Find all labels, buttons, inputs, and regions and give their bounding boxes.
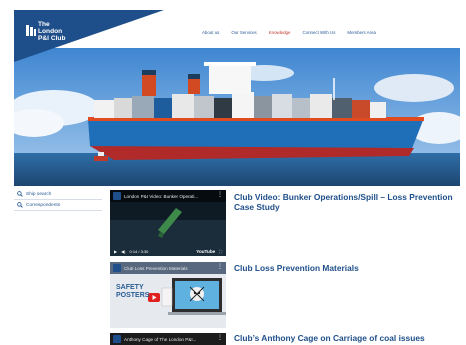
main-nav: About us Our Services Knowledge Connect …: [202, 30, 376, 35]
sidebar: Ship search Correspondents: [14, 189, 102, 211]
video-player-loss-prevention[interactable]: Club Loss Prevention Materials ⋮ SAFETY …: [110, 262, 226, 328]
video-heading-loss-prevention[interactable]: Club Loss Prevention Materials: [234, 263, 460, 273]
video-title[interactable]: Club Loss Prevention Materials: [124, 266, 214, 271]
channel-avatar: [113, 335, 121, 343]
video-controls: ▶ ◀) 0:14 / 3:30 YouTube ⛶: [110, 247, 226, 256]
play-icon[interactable]: ▶: [114, 249, 117, 254]
volume-icon[interactable]: ◀): [121, 249, 125, 254]
video-title[interactable]: London P&I Video: Bunker Operati...: [124, 194, 214, 199]
container-ship-image: [14, 48, 460, 186]
nav-knowledge[interactable]: Knowledge: [269, 30, 291, 35]
logo-line: P&I Club: [38, 35, 66, 43]
video-heading-bunker[interactable]: Club Video: Bunker Operations/Spill – Lo…: [234, 192, 460, 212]
logo-line: London: [38, 28, 63, 36]
video-time: 0:14 / 3:30: [129, 249, 149, 254]
search-icon: [17, 191, 23, 197]
nav-our-services[interactable]: Our Services: [231, 30, 256, 35]
youtube-logo[interactable]: YouTube: [196, 249, 215, 254]
sidebar-item-correspondents[interactable]: Correspondents: [14, 200, 102, 211]
sidebar-item-label: Correspondents: [26, 202, 61, 208]
safety-posters-text: SAFETY POSTERS: [116, 284, 150, 299]
video-title-bar: London P&I Video: Bunker Operati...: [110, 190, 226, 202]
nav-members-area[interactable]: Members Area: [347, 30, 376, 35]
nav-connect-with-us[interactable]: Connect With Us: [302, 30, 335, 35]
logo-line: The: [38, 21, 50, 28]
club-logo[interactable]: The London P&I Club: [14, 10, 164, 62]
sidebar-item-ship-search[interactable]: Ship search: [14, 189, 102, 200]
hero-banner: [14, 48, 460, 186]
more-options-icon[interactable]: ⋮: [217, 263, 223, 270]
video-player-bunker[interactable]: London P&I Video: Bunker Operati... ⋮ ▶ …: [110, 190, 226, 256]
logo-emblem-icon: [26, 25, 36, 36]
video-title-bar: Anthony Cage of The London P&I...: [110, 333, 226, 345]
more-options-icon[interactable]: ⋮: [217, 334, 223, 341]
fullscreen-icon[interactable]: ⛶: [219, 249, 222, 254]
video-title-bar: Club Loss Prevention Materials: [110, 262, 226, 274]
channel-avatar: [113, 264, 121, 272]
site-header: The London P&I Club About us Our Service…: [14, 10, 460, 62]
video-title[interactable]: Anthony Cage of The London P&I...: [124, 337, 214, 342]
more-options-icon[interactable]: ⋮: [217, 191, 223, 198]
logo-text: The London P&I Club: [38, 21, 65, 43]
channel-avatar: [113, 192, 121, 200]
video-player-coal[interactable]: Anthony Cage of The London P&I... ⋮: [110, 333, 226, 345]
video-heading-coal[interactable]: Club’s Anthony Cage on Carriage of coal …: [234, 333, 460, 343]
nav-about-us[interactable]: About us: [202, 30, 219, 35]
search-icon: [17, 202, 23, 208]
sidebar-item-label: Ship search: [26, 191, 52, 197]
